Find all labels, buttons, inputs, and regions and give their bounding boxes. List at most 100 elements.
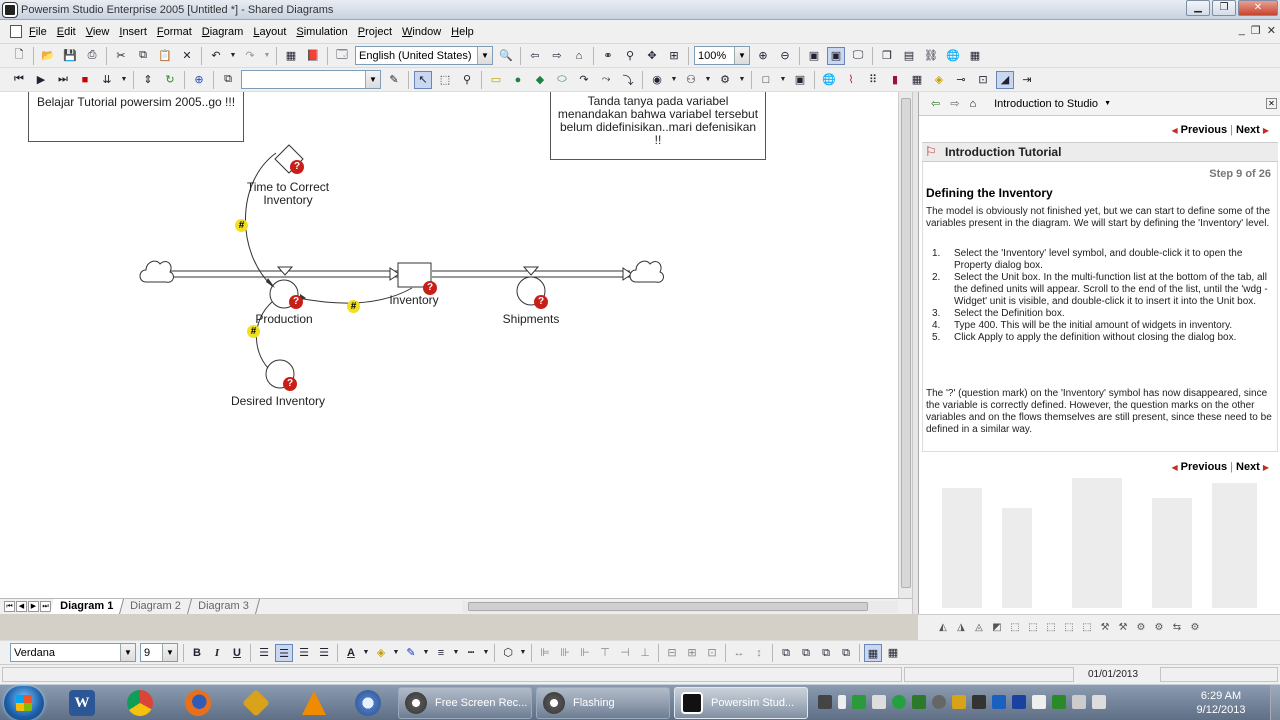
snapshot-dropdown-icon[interactable]: ▼ bbox=[704, 71, 712, 89]
same-height-icon[interactable]: ↕ bbox=[750, 644, 768, 662]
auxiliary-tool-icon[interactable]: ● bbox=[509, 71, 527, 89]
globe-icon[interactable]: 🌐 bbox=[944, 47, 962, 65]
previous-link[interactable]: Previous bbox=[1181, 124, 1227, 136]
align-center-icon[interactable]: ☰ bbox=[275, 643, 293, 662]
pinned-vlc[interactable] bbox=[290, 688, 338, 718]
zoom-in-icon[interactable]: ⊕ bbox=[754, 47, 772, 65]
tools-5-icon[interactable]: ⚙ bbox=[1188, 621, 1202, 635]
prev-tab-icon[interactable]: ◀ bbox=[16, 601, 27, 612]
menu-format[interactable]: Format bbox=[152, 26, 197, 38]
redo-dropdown-icon[interactable]: ▼ bbox=[263, 47, 271, 65]
forward-arrow-icon[interactable]: ⇨ bbox=[950, 97, 959, 110]
bring-front-icon[interactable]: ⧉ bbox=[777, 644, 795, 662]
menu-file[interactable]: File bbox=[24, 26, 52, 38]
pinned-tool[interactable] bbox=[232, 688, 280, 718]
menu-project[interactable]: Project bbox=[353, 26, 397, 38]
view-2-icon[interactable]: ▣ bbox=[827, 46, 845, 65]
menu-diagram[interactable]: Diagram bbox=[197, 26, 249, 38]
fill-color-icon[interactable]: ◈ bbox=[372, 644, 390, 662]
previous-link[interactable]: Previous bbox=[1181, 461, 1227, 473]
tray-dots-icon[interactable] bbox=[932, 695, 946, 709]
stop-icon[interactable]: ■ bbox=[76, 71, 94, 89]
chevron-down-icon[interactable]: ▼ bbox=[1104, 100, 1111, 107]
arrange-4-icon[interactable]: ⬚ bbox=[1062, 621, 1076, 635]
label-inventory[interactable]: Inventory bbox=[380, 294, 448, 307]
tools-3-icon[interactable]: ⚙ bbox=[1134, 621, 1148, 635]
align-left-icon[interactable]: ◭ bbox=[936, 621, 950, 635]
tools-2-icon[interactable]: ⚒ bbox=[1116, 621, 1130, 635]
edit-dataset-icon[interactable]: ✎ bbox=[385, 71, 403, 89]
task-powersim-studio[interactable]: Powersim Stud... bbox=[674, 687, 808, 719]
pinned-app[interactable] bbox=[344, 688, 392, 718]
tab-diagram-2[interactable]: Diagram 2 bbox=[120, 599, 192, 614]
next-link[interactable]: Next bbox=[1236, 461, 1260, 473]
library-icon[interactable]: 📕 bbox=[304, 47, 322, 65]
line-color-dropdown-icon[interactable]: ▼ bbox=[422, 644, 430, 662]
task-flashing[interactable]: Flashing bbox=[536, 687, 670, 719]
center-icon[interactable]: ⊡ bbox=[703, 644, 721, 662]
table-icon[interactable]: ▦ bbox=[908, 71, 926, 89]
align-center-icon[interactable]: ◮ bbox=[954, 621, 968, 635]
link-icon[interactable]: ⛓ bbox=[922, 47, 940, 65]
time-graph-icon[interactable]: ⌇ bbox=[842, 71, 860, 89]
mdi-close-icon[interactable]: ✕ bbox=[1267, 24, 1276, 37]
shape-style-dropdown-icon[interactable]: ▼ bbox=[519, 644, 527, 662]
last-tab-icon[interactable]: ⏭ bbox=[40, 601, 51, 612]
target-icon[interactable]: ⊕ bbox=[190, 71, 208, 89]
close-button[interactable]: ✕ bbox=[1238, 0, 1278, 16]
tray-volume-icon[interactable] bbox=[1092, 695, 1106, 709]
same-width-icon[interactable]: ↔ bbox=[730, 644, 748, 662]
export-icon[interactable]: ⇥ bbox=[1018, 71, 1036, 89]
zoom-out-icon[interactable]: ⊖ bbox=[776, 47, 794, 65]
open-icon[interactable]: 📂 bbox=[39, 47, 57, 65]
line-color-icon[interactable]: ✎ bbox=[402, 644, 420, 662]
tray-battery-icon[interactable] bbox=[838, 695, 846, 709]
vertical-scrollbar[interactable] bbox=[898, 92, 912, 598]
back-arrow-icon[interactable]: ⇦ bbox=[931, 97, 940, 110]
arrange-3-icon[interactable]: ⬚ bbox=[1044, 621, 1058, 635]
snapshot-icon[interactable]: ⚇ bbox=[682, 71, 700, 89]
tools-4-icon[interactable]: ⚙ bbox=[1152, 621, 1166, 635]
tray-arrow-icon[interactable] bbox=[1052, 695, 1066, 709]
flip-icon[interactable]: ◩ bbox=[990, 621, 1004, 635]
first-tab-icon[interactable]: ⏮ bbox=[4, 601, 15, 612]
tray-whatsapp-icon[interactable] bbox=[892, 695, 906, 709]
calendar-icon[interactable]: ▦ bbox=[966, 47, 984, 65]
language-select[interactable]: English (United States) ▼ bbox=[355, 46, 493, 65]
web-icon[interactable]: 🌐 bbox=[820, 71, 838, 89]
window-icon[interactable]: ❐ bbox=[878, 47, 896, 65]
font-size-select[interactable]: 9 ▼ bbox=[140, 643, 178, 662]
forward-arrow-icon[interactable]: ⇨ bbox=[548, 47, 566, 65]
note-question-mark[interactable]: Tanda tanya pada variabel menandakan bah… bbox=[550, 92, 766, 160]
save-icon[interactable]: 💾 bbox=[61, 47, 79, 65]
undo-dropdown-icon[interactable]: ▼ bbox=[229, 47, 237, 65]
task-free-screen-recorder[interactable]: Free Screen Rec... bbox=[398, 687, 532, 719]
find-icon[interactable]: 🔍 bbox=[497, 47, 515, 65]
pinned-chrome[interactable] bbox=[116, 688, 164, 718]
arrange-1-icon[interactable]: ⬚ bbox=[1008, 621, 1022, 635]
graph-tool-icon[interactable]: ◢ bbox=[996, 70, 1014, 89]
camera-dropdown-icon[interactable]: ▼ bbox=[670, 71, 678, 89]
navigate-icon[interactable]: ✥ bbox=[643, 47, 661, 65]
shape-dropdown-icon[interactable]: ▼ bbox=[779, 71, 787, 89]
ungroup-icon[interactable]: ⧉ bbox=[837, 644, 855, 662]
label-shipments[interactable]: Shipments bbox=[494, 313, 568, 326]
snap-toggle-icon[interactable]: ▦ bbox=[884, 644, 902, 662]
align-objects-right-icon[interactable]: ⊩ bbox=[576, 644, 594, 662]
dataset-icon[interactable]: ⧉ bbox=[219, 71, 237, 89]
app-icon[interactable] bbox=[3, 2, 17, 17]
align-objects-center-icon[interactable]: ⊪ bbox=[556, 644, 574, 662]
delete-icon[interactable]: ✕ bbox=[178, 47, 196, 65]
group-icon[interactable]: ⧉ bbox=[817, 644, 835, 662]
sliders-icon[interactable]: ⇕ bbox=[139, 71, 157, 89]
tools-1-icon[interactable]: ⚒ bbox=[1098, 621, 1112, 635]
reset-dropdown-icon[interactable]: ▼ bbox=[120, 71, 128, 89]
tray-tool-icon[interactable] bbox=[952, 695, 966, 709]
monitor-icon[interactable]: 🖵 bbox=[849, 47, 867, 65]
back-arrow-icon[interactable]: ⇦ bbox=[526, 47, 544, 65]
menu-edit[interactable]: Edit bbox=[52, 26, 81, 38]
menu-help[interactable]: Help bbox=[446, 26, 479, 38]
tray-antivirus-icon[interactable] bbox=[912, 695, 926, 709]
tab-diagram-1[interactable]: Diagram 1 bbox=[49, 599, 125, 614]
tray-bluetooth-icon[interactable] bbox=[1012, 695, 1026, 709]
